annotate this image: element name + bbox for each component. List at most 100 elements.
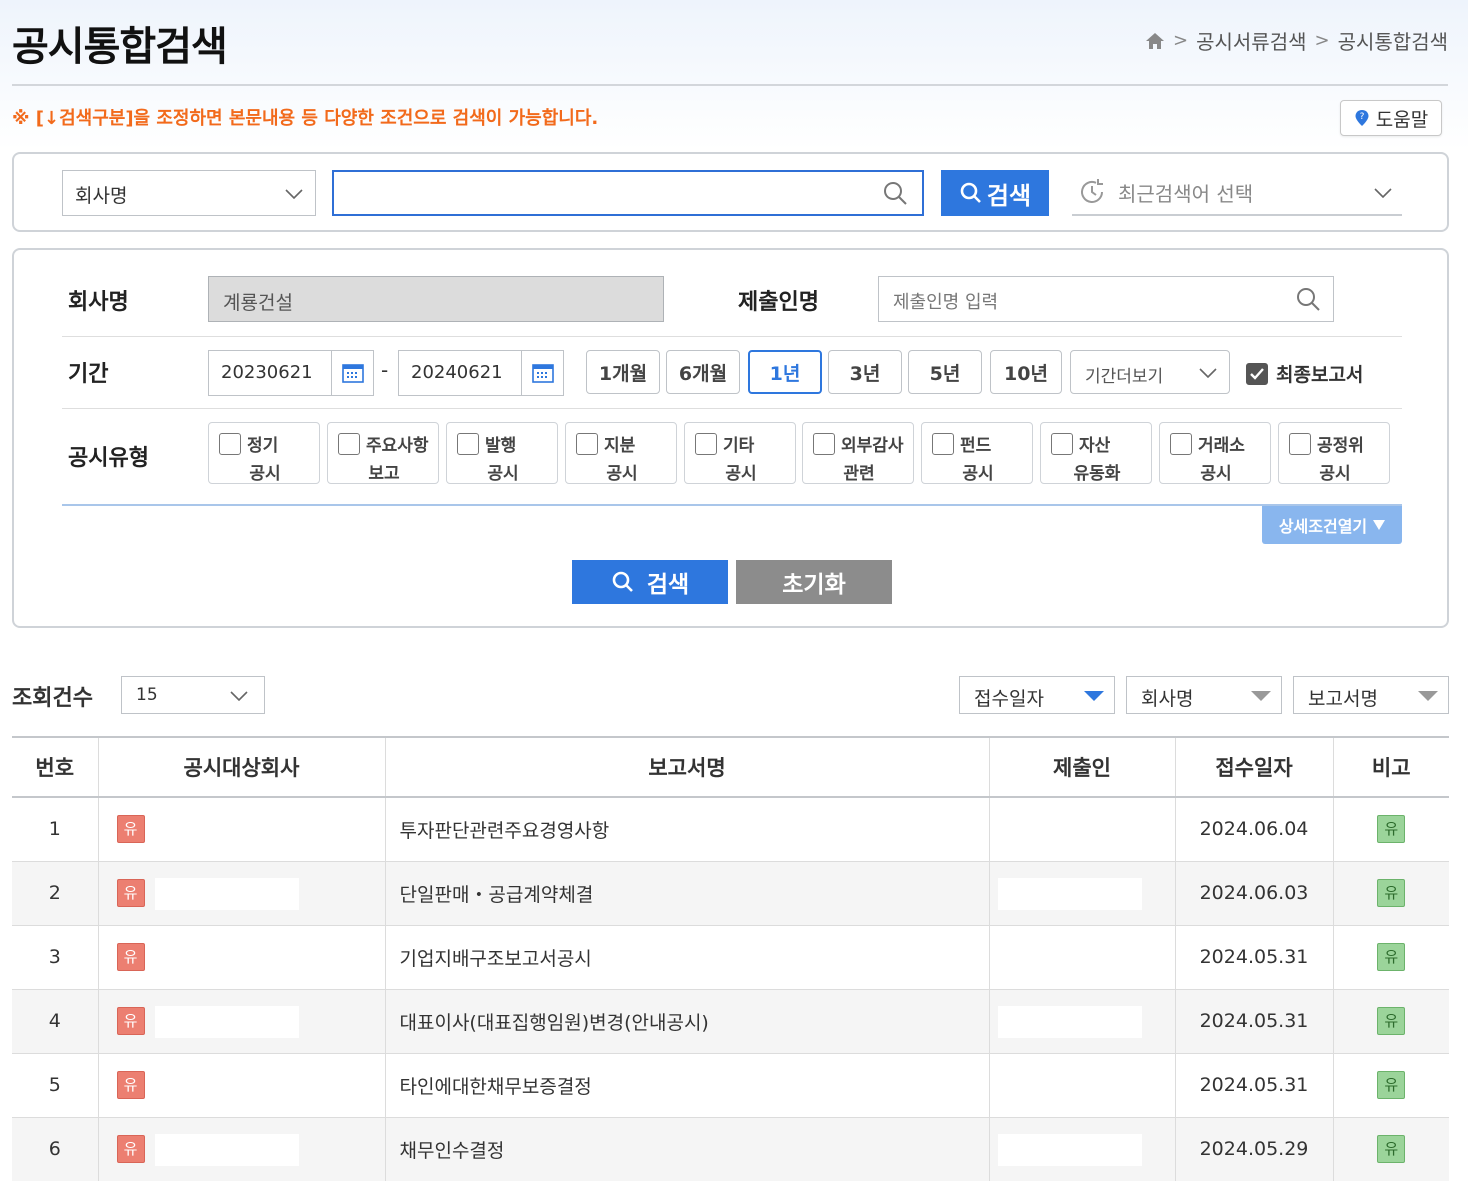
row-number: 6 <box>12 1117 98 1181</box>
type-securitization-checkbox[interactable]: 자산 유동화 <box>1040 422 1152 484</box>
table-row: 6 유 채무인수결정 2024.05.29 유 <box>12 1117 1449 1181</box>
checkbox-checked-icon <box>1246 362 1268 385</box>
type-audit-checkbox[interactable]: 외부감사 관련 <box>802 422 914 484</box>
redacted-block <box>997 877 1142 910</box>
search-button[interactable]: 검색 <box>941 170 1049 216</box>
note-badge: 유 <box>1377 943 1406 971</box>
period-5-years-button[interactable]: 5년 <box>908 350 982 394</box>
calendar-icon <box>531 364 554 383</box>
company-cell[interactable]: 유 <box>97 989 385 1054</box>
type-fund-checkbox[interactable]: 펀드 공시 <box>921 422 1033 484</box>
search-notice: ※ [↓검색구분]을 조정하면 본문내용 등 다양한 조건으로 검색이 가능합니… <box>12 108 599 129</box>
company-label: 회사명 <box>68 290 129 315</box>
market-badge: 유 <box>116 1007 145 1035</box>
type-equity-checkbox[interactable]: 지분 공시 <box>565 422 677 484</box>
help-button[interactable]: ? 도움말 <box>1340 100 1442 136</box>
period-label: 기간 <box>68 362 109 387</box>
period-1-year-button[interactable]: 1년 <box>748 350 822 394</box>
type-other-checkbox[interactable]: 기타 공시 <box>684 422 796 484</box>
checkbox-icon <box>219 433 241 455</box>
calendar-button[interactable] <box>521 351 563 395</box>
type-issuance-checkbox[interactable]: 발행 공시 <box>446 422 558 484</box>
report-link[interactable]: 단일판매・공급계약체결 <box>384 861 989 926</box>
note-cell: 유 <box>1332 1053 1449 1118</box>
breadcrumb-separator: > <box>1314 30 1330 51</box>
type-label-line2: 유동화 <box>1073 464 1121 484</box>
note-badge: 유 <box>1377 1071 1406 1099</box>
conditions-search-button[interactable]: 검색 <box>572 560 728 604</box>
period-6-months-button[interactable]: 6개월 <box>666 350 740 394</box>
search-input[interactable] <box>334 172 874 214</box>
note-cell: 유 <box>1332 925 1449 990</box>
breadcrumb-item-integrated-search[interactable]: 공시통합검색 <box>1338 26 1448 55</box>
date-to-field[interactable]: 20240621 <box>398 350 564 396</box>
page-title: 공시통합검색 <box>12 24 228 70</box>
title-divider <box>12 84 1448 86</box>
type-ftc-checkbox[interactable]: 공정위 공시 <box>1278 422 1390 484</box>
search-icon[interactable] <box>882 180 908 206</box>
sort-by-report-select[interactable]: 보고서명 <box>1293 676 1449 714</box>
company-cell[interactable]: 유 <box>97 925 385 990</box>
note-cell: 유 <box>1332 989 1449 1054</box>
receipt-date: 2024.05.31 <box>1174 1053 1333 1118</box>
submitter-cell <box>988 989 1175 1054</box>
submitter-cell <box>988 1117 1175 1181</box>
receipt-date: 2024.05.31 <box>1174 989 1333 1054</box>
reset-button[interactable]: 초기화 <box>736 560 892 604</box>
home-icon[interactable] <box>1145 31 1165 51</box>
row-divider <box>62 408 1402 409</box>
redacted-block <box>997 1005 1142 1038</box>
company-cell[interactable]: 유 <box>97 797 385 862</box>
calendar-button[interactable] <box>331 351 373 395</box>
type-label-line1: 정기 <box>247 436 279 456</box>
date-range-separator: - <box>381 358 389 382</box>
more-period-select[interactable]: 기간더보기 <box>1070 350 1230 394</box>
final-report-checkbox[interactable]: 최종보고서 <box>1246 360 1363 387</box>
sort-by-date-select[interactable]: 접수일자 <box>959 676 1115 714</box>
company-cell[interactable]: 유 <box>97 1053 385 1118</box>
period-1-month-button[interactable]: 1개월 <box>586 350 660 394</box>
submitter-cell <box>988 1053 1175 1118</box>
report-link[interactable]: 타인에대한채무보증결정 <box>384 1053 989 1118</box>
date-from-field[interactable]: 20230621 <box>208 350 374 396</box>
result-count-select[interactable]: 15 <box>121 676 265 714</box>
report-link[interactable]: 대표이사(대표집행임원)변경(안내공시) <box>384 989 989 1054</box>
type-regular-checkbox[interactable]: 정기공시 <box>208 422 320 484</box>
search-query-field <box>332 170 924 216</box>
report-link[interactable]: 투자판단관련주요경영사항 <box>384 797 989 862</box>
search-icon <box>960 182 981 203</box>
results-table: 번호 공시대상회사 보고서명 제출인 접수일자 비고 1 유 투자판단관련주요경… <box>12 736 1449 1181</box>
table-row: 4 유 대표이사(대표집행임원)변경(안내공시) 2024.05.31 유 <box>12 989 1449 1054</box>
submitter-cell <box>988 925 1175 990</box>
submitter-input[interactable]: 제출인명 입력 <box>878 276 1334 322</box>
report-link[interactable]: 기업지배구조보고서공시 <box>384 925 989 990</box>
row-number: 2 <box>12 861 98 926</box>
type-label-line2: 공시 <box>1200 464 1232 484</box>
search-icon[interactable] <box>1295 286 1321 312</box>
report-link[interactable]: 채무인수결정 <box>384 1117 989 1181</box>
company-readonly-field: 계룡건설 <box>208 276 664 322</box>
breadcrumb-item-doc-search[interactable]: 공시서류검색 <box>1196 26 1306 55</box>
checkbox-icon <box>932 433 954 455</box>
row-divider <box>62 336 1402 337</box>
type-exchange-checkbox[interactable]: 거래소 공시 <box>1159 422 1271 484</box>
triangle-down-icon <box>1418 691 1438 701</box>
sort-company-label: 회사명 <box>1141 688 1194 710</box>
checkbox-icon <box>457 433 479 455</box>
detail-conditions-toggle[interactable]: 상세조건열기 <box>1262 506 1402 544</box>
period-10-years-button[interactable]: 10년 <box>990 350 1062 394</box>
search-category-select[interactable]: 회사명 <box>62 170 316 216</box>
chevron-down-icon <box>1199 368 1217 378</box>
col-header-date: 접수일자 <box>1174 736 1333 798</box>
conditions-search-label: 검색 <box>646 572 690 598</box>
recent-search-select[interactable]: 최근검색어 선택 <box>1072 170 1402 216</box>
period-3-years-button[interactable]: 3년 <box>828 350 902 394</box>
company-cell[interactable]: 유 <box>97 1117 385 1181</box>
row-number: 4 <box>12 989 98 1054</box>
table-row: 1 유 투자판단관련주요경영사항 2024.06.04 유 <box>12 797 1449 862</box>
type-label-line2: 공시 <box>249 464 281 484</box>
more-period-label: 기간더보기 <box>1085 367 1164 387</box>
type-major-checkbox[interactable]: 주요사항 보고 <box>327 422 439 484</box>
sort-by-company-select[interactable]: 회사명 <box>1126 676 1282 714</box>
company-cell[interactable]: 유 <box>97 861 385 926</box>
